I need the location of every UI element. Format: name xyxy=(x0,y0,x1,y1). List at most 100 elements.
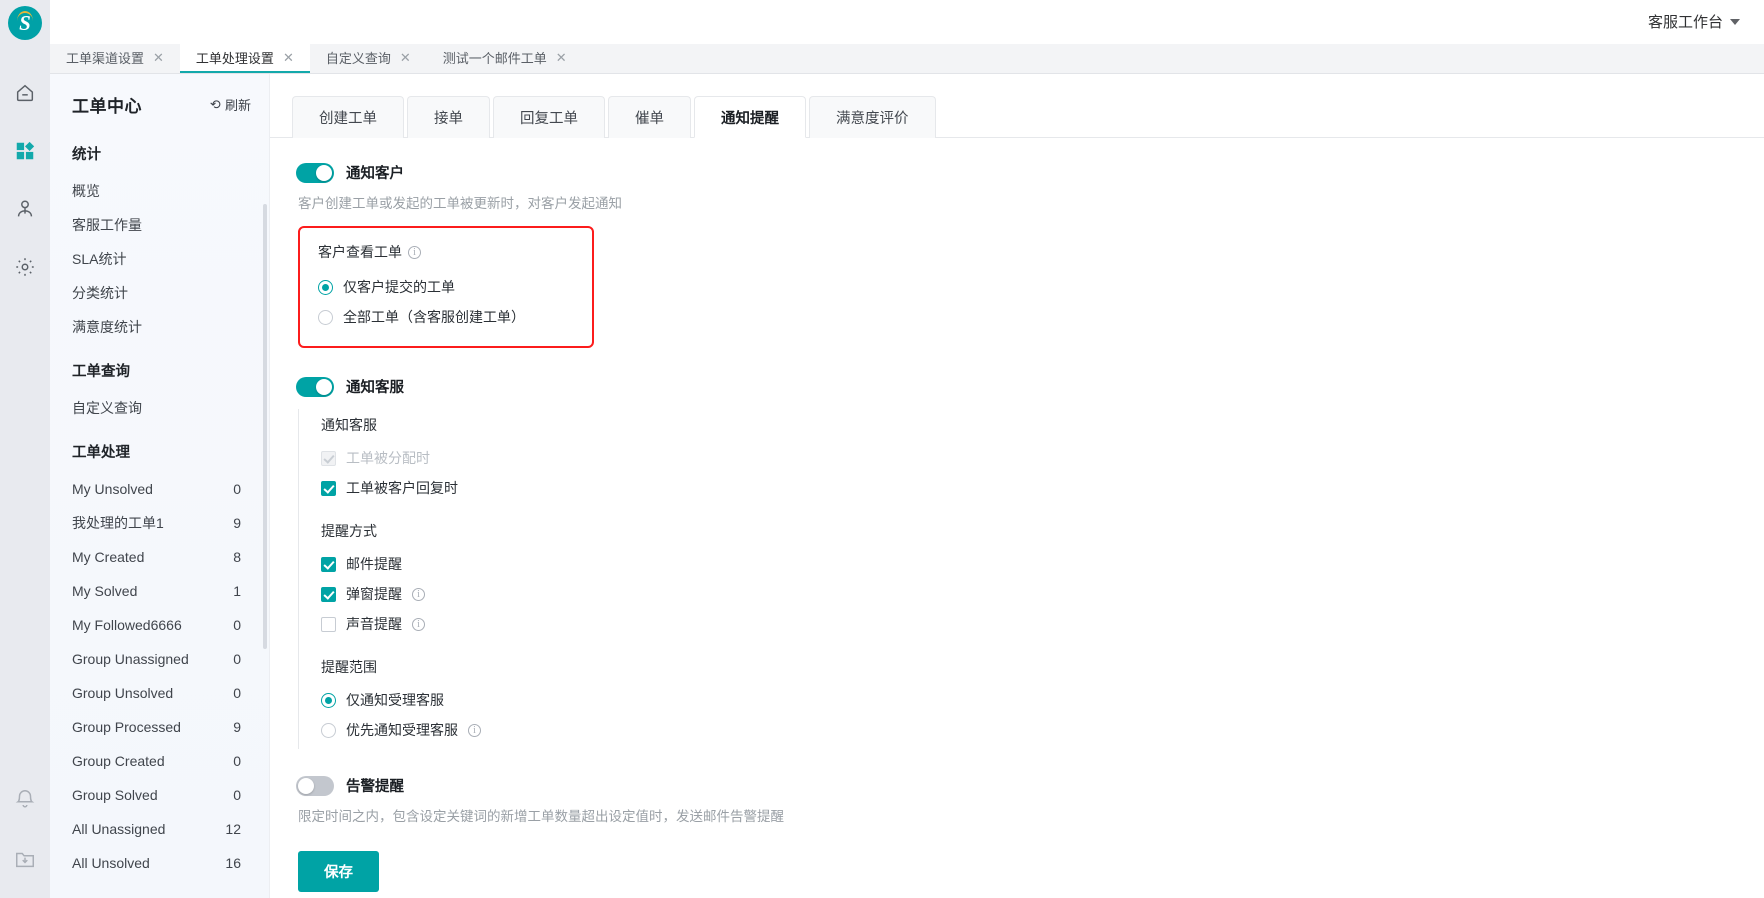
sidebar-item-all-unassigned[interactable]: All Unassigned 12 xyxy=(50,812,269,846)
tab-label: 接单 xyxy=(434,111,463,127)
info-icon[interactable]: i xyxy=(412,617,425,631)
sidebar-item-count: 8 xyxy=(233,549,241,565)
user-icon[interactable] xyxy=(12,196,38,222)
sidebar-item-label: 满意度统计 xyxy=(72,319,142,335)
scope-assigned-agent-priority[interactable]: 优先通知受理客服 i xyxy=(321,715,1764,745)
checkbox-icon xyxy=(321,616,336,632)
tab-label: 创建工单 xyxy=(319,111,377,127)
window-tab-2[interactable]: 自定义查询 ✕ xyxy=(310,44,427,73)
radio-icon xyxy=(318,279,333,295)
sidebar-item-count: 9 xyxy=(233,515,241,531)
close-icon[interactable]: ✕ xyxy=(283,51,294,64)
window-tab-0[interactable]: 工单渠道设置 ✕ xyxy=(50,44,180,73)
sidebar-item-my-solved[interactable]: My Solved 1 xyxy=(50,574,269,608)
sidebar-item-count: 0 xyxy=(233,787,241,803)
sidebar-item-sla-stats[interactable]: SLA统计 xyxy=(50,242,269,276)
option-label: 弹窗提醒 xyxy=(346,586,402,602)
reminder-email[interactable]: 邮件提醒 xyxy=(321,549,1764,579)
tab-accept-ticket[interactable]: 接单 xyxy=(407,96,490,138)
home-icon[interactable] xyxy=(12,80,38,106)
sidebar-item-label: All Unsolved xyxy=(72,855,150,871)
sidebar-item-agent-workload[interactable]: 客服工作量 xyxy=(50,208,269,242)
sidebar-item-my-created[interactable]: My Created 8 xyxy=(50,540,269,574)
download-folder-icon[interactable] xyxy=(12,846,38,872)
gear-icon[interactable] xyxy=(12,254,38,280)
top-bar: 客服工作台 xyxy=(0,0,1764,44)
sidebar-heading-processing: 工单处理 xyxy=(72,445,130,461)
grid-apps-icon[interactable] xyxy=(12,138,38,164)
sidebar-item-group-created[interactable]: Group Created 0 xyxy=(50,744,269,778)
sidebar-item-label: My Followed6666 xyxy=(72,617,182,633)
sidebar-item-count: 0 xyxy=(233,651,241,667)
window-tab-1[interactable]: 工单处理设置 ✕ xyxy=(179,44,310,73)
reminder-scope-title: 提醒范围 xyxy=(321,659,377,675)
sidebar-item-satisfaction-stats[interactable]: 满意度统计 xyxy=(50,310,269,344)
tab-urge-ticket[interactable]: 催单 xyxy=(608,96,691,138)
reminder-popup[interactable]: 弹窗提醒 i xyxy=(321,579,1764,609)
radio-icon xyxy=(318,309,333,325)
info-icon[interactable]: i xyxy=(468,723,481,737)
sidebar-item-count: 0 xyxy=(233,753,241,769)
save-button[interactable]: 保存 xyxy=(298,851,379,892)
sidebar-item-group-processed[interactable]: Group Processed 9 xyxy=(50,710,269,744)
window-tab-strip: 工单渠道设置 ✕ 工单处理设置 ✕ 自定义查询 ✕ 测试一个邮件工单 ✕ xyxy=(0,44,1764,74)
sidebar-item-category-stats[interactable]: 分类统计 xyxy=(50,276,269,310)
sidebar-item-my-unsolved[interactable]: My Unsolved 0 xyxy=(50,472,269,506)
close-icon[interactable]: ✕ xyxy=(556,51,567,64)
info-icon[interactable]: i xyxy=(412,587,425,601)
settings-tab-bar: 创建工单 接单 回复工单 催单 通知提醒 满意度评价 xyxy=(270,74,1764,138)
window-tab-3[interactable]: 测试一个邮件工单 ✕ xyxy=(427,44,583,73)
left-icon-rail: S xyxy=(0,0,50,898)
sidebar-item-all-unsolved[interactable]: All Unsolved 16 xyxy=(50,846,269,880)
customer-view-option-all[interactable]: 全部工单（含客服创建工单） xyxy=(318,302,576,332)
app-logo: S xyxy=(8,6,42,40)
sidebar-item-overview[interactable]: 概览 xyxy=(50,174,269,208)
sidebar-scrollbar[interactable] xyxy=(263,204,267,649)
notify-customer-toggle[interactable] xyxy=(296,162,334,183)
tab-label: 回复工单 xyxy=(520,111,578,127)
checkbox-icon xyxy=(321,556,336,572)
customer-view-option-own[interactable]: 仅客户提交的工单 xyxy=(318,272,576,302)
sidebar-item-custom-query[interactable]: 自定义查询 xyxy=(50,391,269,425)
alarm-toggle[interactable] xyxy=(296,775,334,796)
body: 工单中心 ⟳ 刷新 统计 概览 客服工作量 SLA统计 分类统计 满意度统计 工… xyxy=(0,74,1764,898)
close-icon[interactable]: ✕ xyxy=(400,51,411,64)
option-label: 声音提醒 xyxy=(346,616,402,632)
customer-view-field-label: 客户查看工单 i xyxy=(318,242,576,262)
tab-create-ticket[interactable]: 创建工单 xyxy=(292,96,404,138)
notify-agent-toggle[interactable] xyxy=(296,376,334,397)
sidebar-item-label: 分类统计 xyxy=(72,285,128,301)
checkbox-icon xyxy=(321,450,336,466)
sidebar-item-group-unassigned[interactable]: Group Unassigned 0 xyxy=(50,642,269,676)
tab-reply-ticket[interactable]: 回复工单 xyxy=(493,96,605,138)
notify-agent-group-title: 通知客服 xyxy=(321,417,377,433)
info-icon[interactable]: i xyxy=(408,245,421,259)
close-icon[interactable]: ✕ xyxy=(153,51,164,64)
sidebar-item-count: 16 xyxy=(225,855,241,871)
notify-agent-label: 通知客服 xyxy=(346,380,404,396)
customer-view-label-text: 客户查看工单 xyxy=(318,244,402,260)
sidebar-item-count: 0 xyxy=(233,481,241,497)
bell-icon[interactable] xyxy=(12,786,38,812)
notify-customer-row: 通知客户 xyxy=(296,162,1764,183)
sidebar-item-group-solved[interactable]: Group Solved 0 xyxy=(50,778,269,812)
sidebar-item-label: Group Solved xyxy=(72,787,158,803)
reminder-sound[interactable]: 声音提醒 i xyxy=(321,609,1764,639)
workbench-label: 客服工作台 xyxy=(1647,14,1723,31)
scope-assigned-agent-only[interactable]: 仅通知受理客服 xyxy=(321,685,1764,715)
sidebar-item-label: My Unsolved xyxy=(72,481,153,497)
sidebar-refresh-button[interactable]: ⟳ 刷新 xyxy=(210,95,251,114)
sidebar-item-group-unsolved[interactable]: Group Unsolved 0 xyxy=(50,676,269,710)
option-label: 仅通知受理客服 xyxy=(346,692,444,708)
tab-satisfaction[interactable]: 满意度评价 xyxy=(809,96,936,138)
sidebar-item-label: 概览 xyxy=(72,183,100,199)
window-tab-label: 工单处理设置 xyxy=(195,51,274,66)
tab-notification[interactable]: 通知提醒 xyxy=(694,96,806,138)
notify-when-customer-replies[interactable]: 工单被客户回复时 xyxy=(321,473,1764,503)
sidebar-item-label: Group Created xyxy=(72,753,165,769)
sidebar-item-my-processed[interactable]: 我处理的工单1 9 xyxy=(50,506,269,540)
chevron-down-icon xyxy=(1730,18,1740,25)
sidebar-item-my-followed[interactable]: My Followed6666 0 xyxy=(50,608,269,642)
alarm-row: 告警提醒 xyxy=(296,775,1764,796)
workbench-menu[interactable]: 客服工作台 xyxy=(1648,11,1740,32)
